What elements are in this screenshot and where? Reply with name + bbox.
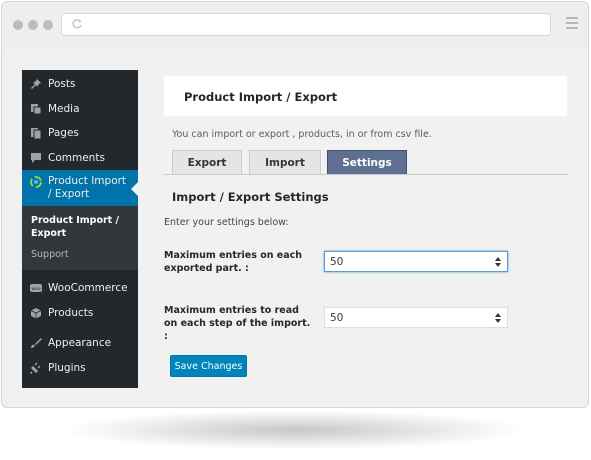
tab-export[interactable]: Export bbox=[172, 150, 242, 175]
sidebar-item-label: Pages bbox=[48, 127, 79, 140]
stepper-icon[interactable] bbox=[495, 312, 501, 324]
close-dot[interactable] bbox=[13, 20, 23, 30]
svg-text:woo: woo bbox=[31, 287, 40, 292]
pushpin-icon bbox=[31, 79, 41, 89]
sidebar-item-label: Appearance bbox=[48, 337, 112, 350]
woocommerce-icon: woo bbox=[30, 284, 42, 292]
plug-icon bbox=[30, 362, 41, 374]
minimize-dot[interactable] bbox=[28, 20, 38, 30]
sidebar-item-posts[interactable]: Posts bbox=[22, 72, 138, 97]
sidebar-item-label: Plugins bbox=[48, 361, 86, 374]
save-changes-button[interactable]: Save Changes bbox=[170, 355, 247, 377]
export-entries-label: Maximum entries on each exported part. : bbox=[164, 250, 303, 274]
export-entries-input[interactable]: 50 bbox=[324, 251, 508, 272]
tab-settings[interactable]: Settings bbox=[327, 150, 407, 175]
comment-icon bbox=[31, 152, 41, 163]
sidebar-item-woocommerce[interactable]: woo WooCommerce bbox=[22, 276, 138, 301]
sidebar-item-plugins[interactable]: Plugins bbox=[22, 356, 138, 381]
tab-import[interactable]: Import bbox=[249, 150, 321, 175]
sidebar-item-label: Product Import / Export bbox=[48, 175, 127, 200]
main-content: Product Import / Export You can import o… bbox=[138, 70, 568, 388]
pages-icon bbox=[31, 128, 42, 139]
page-title: Product Import / Export bbox=[184, 90, 338, 104]
sidebar-item-label: Products bbox=[48, 306, 94, 319]
tabs-divider bbox=[163, 174, 568, 175]
import-entries-value: 50 bbox=[330, 311, 344, 324]
import-entries-label: Maximum entries to read on each step of … bbox=[164, 305, 311, 342]
sidebar-item-comments[interactable]: Comments bbox=[22, 146, 138, 171]
media-icon bbox=[31, 103, 42, 114]
address-bar[interactable] bbox=[61, 13, 551, 36]
sidebar-item-label: Comments bbox=[48, 151, 105, 164]
sidebar-item-pages[interactable]: Pages bbox=[22, 121, 138, 146]
maximize-dot[interactable] bbox=[43, 20, 53, 30]
reload-icon[interactable] bbox=[71, 18, 83, 30]
sidebar-item-products[interactable]: Products bbox=[22, 301, 138, 326]
sidebar-item-product-import-export[interactable]: Product Import / Export bbox=[22, 170, 138, 206]
sidebar-submenu: Product Import / Export Support bbox=[22, 206, 138, 270]
stepper-icon[interactable] bbox=[495, 256, 501, 268]
page-viewport: Posts Media Pages Comments Product Impor… bbox=[22, 70, 568, 388]
menu-icon[interactable] bbox=[566, 17, 578, 32]
import-entries-input[interactable]: 50 bbox=[324, 307, 508, 328]
browser-window: Posts Media Pages Comments Product Impor… bbox=[1, 1, 589, 408]
section-title: Import / Export Settings bbox=[172, 190, 329, 204]
plugin-logo-icon bbox=[30, 176, 42, 188]
sidebar-item-media[interactable]: Media bbox=[22, 97, 138, 122]
export-entries-value: 50 bbox=[330, 255, 344, 268]
sidebar-item-label: Media bbox=[48, 102, 80, 115]
sidebar-item-label: WooCommerce bbox=[48, 282, 128, 295]
window-controls bbox=[13, 20, 53, 30]
page-header: Product Import / Export bbox=[164, 76, 567, 116]
window-shadow bbox=[60, 410, 530, 450]
submenu-item-product-import-export[interactable]: Product Import / Export bbox=[22, 212, 138, 242]
sidebar-item-label: Posts bbox=[48, 78, 76, 91]
settings-hint: Enter your settings below: bbox=[164, 217, 289, 228]
browser-titlebar bbox=[2, 2, 588, 50]
submenu-item-support[interactable]: Support bbox=[22, 246, 138, 263]
box-icon bbox=[30, 307, 42, 318]
brush-icon bbox=[31, 338, 42, 348]
page-description: You can import or export , products, in … bbox=[172, 129, 432, 140]
admin-sidebar: Posts Media Pages Comments Product Impor… bbox=[22, 70, 138, 388]
sidebar-item-appearance[interactable]: Appearance bbox=[22, 331, 138, 356]
